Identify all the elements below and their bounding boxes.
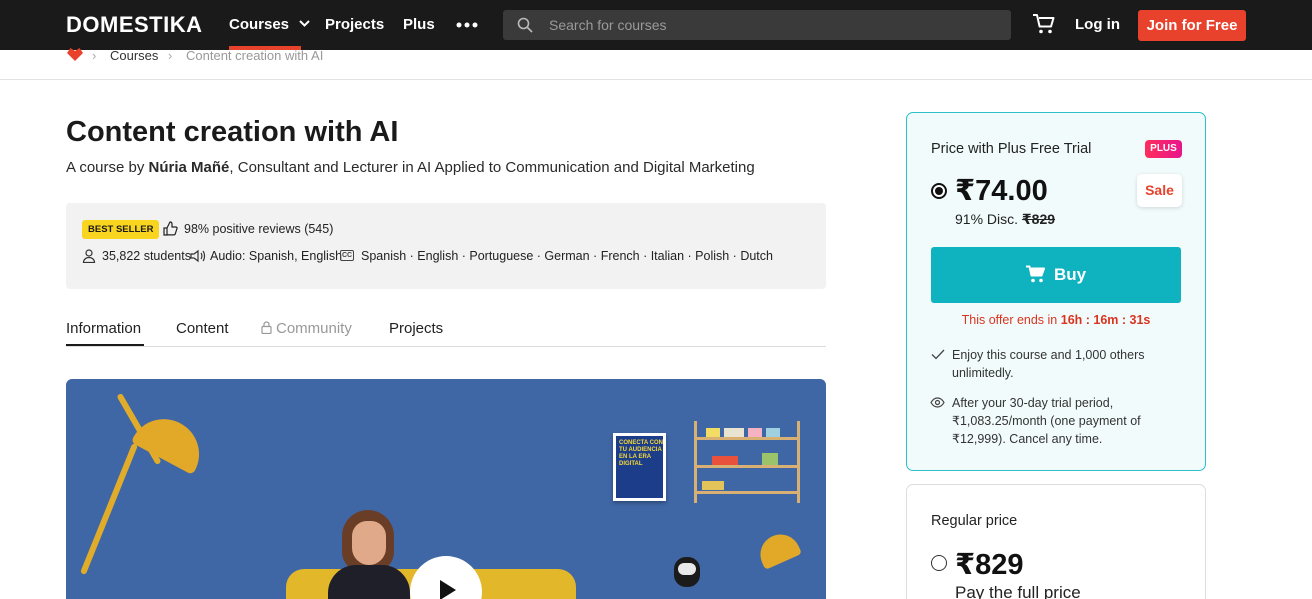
top-navigation-bar: DOMESTIKA Courses Projects Plus Log in J… [0, 0, 1312, 50]
author-name[interactable]: Núria Mañé [149, 159, 230, 176]
shelf-book [712, 456, 738, 465]
plus-feature-trial: After your 30-day trial period, ₹1,083.2… [952, 396, 1141, 446]
regular-price-subtitle: Pay the full price [955, 583, 1081, 599]
subtitles-icon: CC [340, 250, 354, 261]
domestika-logo[interactable]: DOMESTIKA [66, 12, 203, 38]
instructor-face [352, 521, 386, 565]
cart-icon[interactable] [1032, 13, 1056, 35]
tab-information[interactable]: Information [66, 320, 141, 337]
subtitle-languages: Spanish · English · Portuguese · German … [361, 249, 773, 263]
active-tab-indicator [66, 344, 144, 346]
eye-icon [930, 397, 945, 408]
cart-icon [1025, 265, 1045, 283]
nav-courses[interactable]: Courses [229, 16, 310, 33]
breadcrumb-current: Content creation with AI [186, 48, 324, 63]
lock-icon [261, 321, 272, 334]
course-title: Content creation with AI [66, 116, 399, 148]
plus-feature-unlimited: Enjoy this course and 1,000 others unlim… [952, 348, 1145, 380]
play-button[interactable] [410, 556, 482, 599]
nav-courses-label: Courses [229, 16, 290, 33]
course-byline: A course by Núria Mañé, Consultant and L… [66, 159, 755, 176]
poster-text: CONECTA CON TU AUDIENCIA EN LA ERA DIGIT… [619, 440, 663, 467]
best-seller-badge: BEST SELLER [82, 220, 160, 239]
original-price: ₹829 [1021, 211, 1056, 227]
positive-reviews: 98% positive reviews (545) [184, 222, 334, 236]
discount-info: 91% Disc. ₹829 [955, 211, 1055, 228]
buy-button-label: Buy [1053, 265, 1087, 284]
discount-percent: 91% Disc. [955, 211, 1019, 227]
more-options-icon[interactable] [456, 15, 478, 35]
shelf-book [762, 453, 778, 465]
search-icon [517, 17, 533, 33]
plus-price-radio[interactable] [931, 183, 947, 199]
tab-content[interactable]: Content [176, 320, 229, 337]
search-input[interactable] [549, 10, 989, 40]
offer-label: This offer ends in [961, 313, 1061, 327]
regular-price-radio[interactable] [931, 555, 947, 571]
breadcrumb-divider [0, 79, 1312, 80]
buy-button[interactable]: Buy [931, 247, 1181, 303]
join-for-free-button[interactable]: Join for Free [1138, 10, 1246, 41]
regular-price-title: Regular price [931, 513, 1018, 529]
shelf [694, 465, 800, 468]
shelf [694, 491, 800, 494]
thumbs-up-icon [163, 221, 178, 236]
tab-community[interactable]: Community [261, 320, 352, 337]
play-icon [440, 580, 456, 599]
breadcrumb-courses[interactable]: Courses [110, 48, 158, 63]
regular-price: ₹829 [955, 549, 1024, 581]
tab-projects[interactable]: Projects [389, 320, 443, 337]
shelf-book [766, 428, 780, 437]
shelf-book [702, 481, 724, 490]
regular-pricing-card[interactable]: Regular price ₹829 Pay the full price [906, 484, 1206, 599]
plus-price: ₹74.00 [955, 175, 1048, 207]
domestika-home-icon[interactable] [66, 47, 84, 61]
breadcrumb-separator-icon: › [92, 48, 97, 63]
nav-plus[interactable]: Plus [403, 16, 435, 33]
breadcrumb-separator-icon: › [168, 48, 173, 63]
offer-time: 16h : 16m : 31s [1060, 313, 1151, 327]
wall-poster: CONECTA CON TU AUDIENCIA EN LA ERA DIGIT… [613, 433, 666, 501]
shelf-book [706, 428, 720, 437]
author-description: , Consultant and Lecturer in AI Applied … [229, 159, 755, 176]
plus-price-title: Price with Plus Free Trial [931, 141, 1092, 157]
user-icon [82, 249, 96, 263]
student-count: 35,822 students [102, 249, 191, 263]
check-icon [931, 349, 945, 360]
desk-lamp-illustration [754, 528, 802, 570]
shelf-book [748, 428, 762, 437]
lamp-illustration [79, 442, 139, 576]
chevron-down-icon [299, 20, 310, 27]
shelf-book [724, 428, 744, 437]
login-link[interactable]: Log in [1075, 16, 1120, 33]
shelf [694, 437, 800, 440]
nav-projects[interactable]: Projects [325, 16, 384, 33]
course-stats-box: BEST SELLER 98% positive reviews (545) 3… [66, 203, 826, 289]
lamp-shade-illustration [130, 406, 212, 476]
instructor-body [328, 565, 410, 599]
plus-badge: PLUS [1145, 140, 1182, 158]
audio-icon [190, 249, 206, 263]
audio-languages: Audio: Spanish, English [210, 249, 343, 263]
course-tabs: Information Content Community Projects [66, 318, 826, 347]
course-video-player[interactable]: CONECTA CON TU AUDIENCIA EN LA ERA DIGIT… [66, 379, 826, 599]
sale-badge: Sale [1137, 174, 1182, 207]
plus-pricing-card[interactable]: Price with Plus Free Trial PLUS ₹74.00 S… [906, 112, 1206, 471]
byline-prefix: A course by [66, 159, 149, 176]
search-bar [503, 10, 1011, 40]
tab-community-label: Community [276, 320, 352, 337]
offer-countdown: This offer ends in 16h : 16m : 31s [907, 313, 1205, 327]
vr-headset-visor [678, 563, 696, 575]
